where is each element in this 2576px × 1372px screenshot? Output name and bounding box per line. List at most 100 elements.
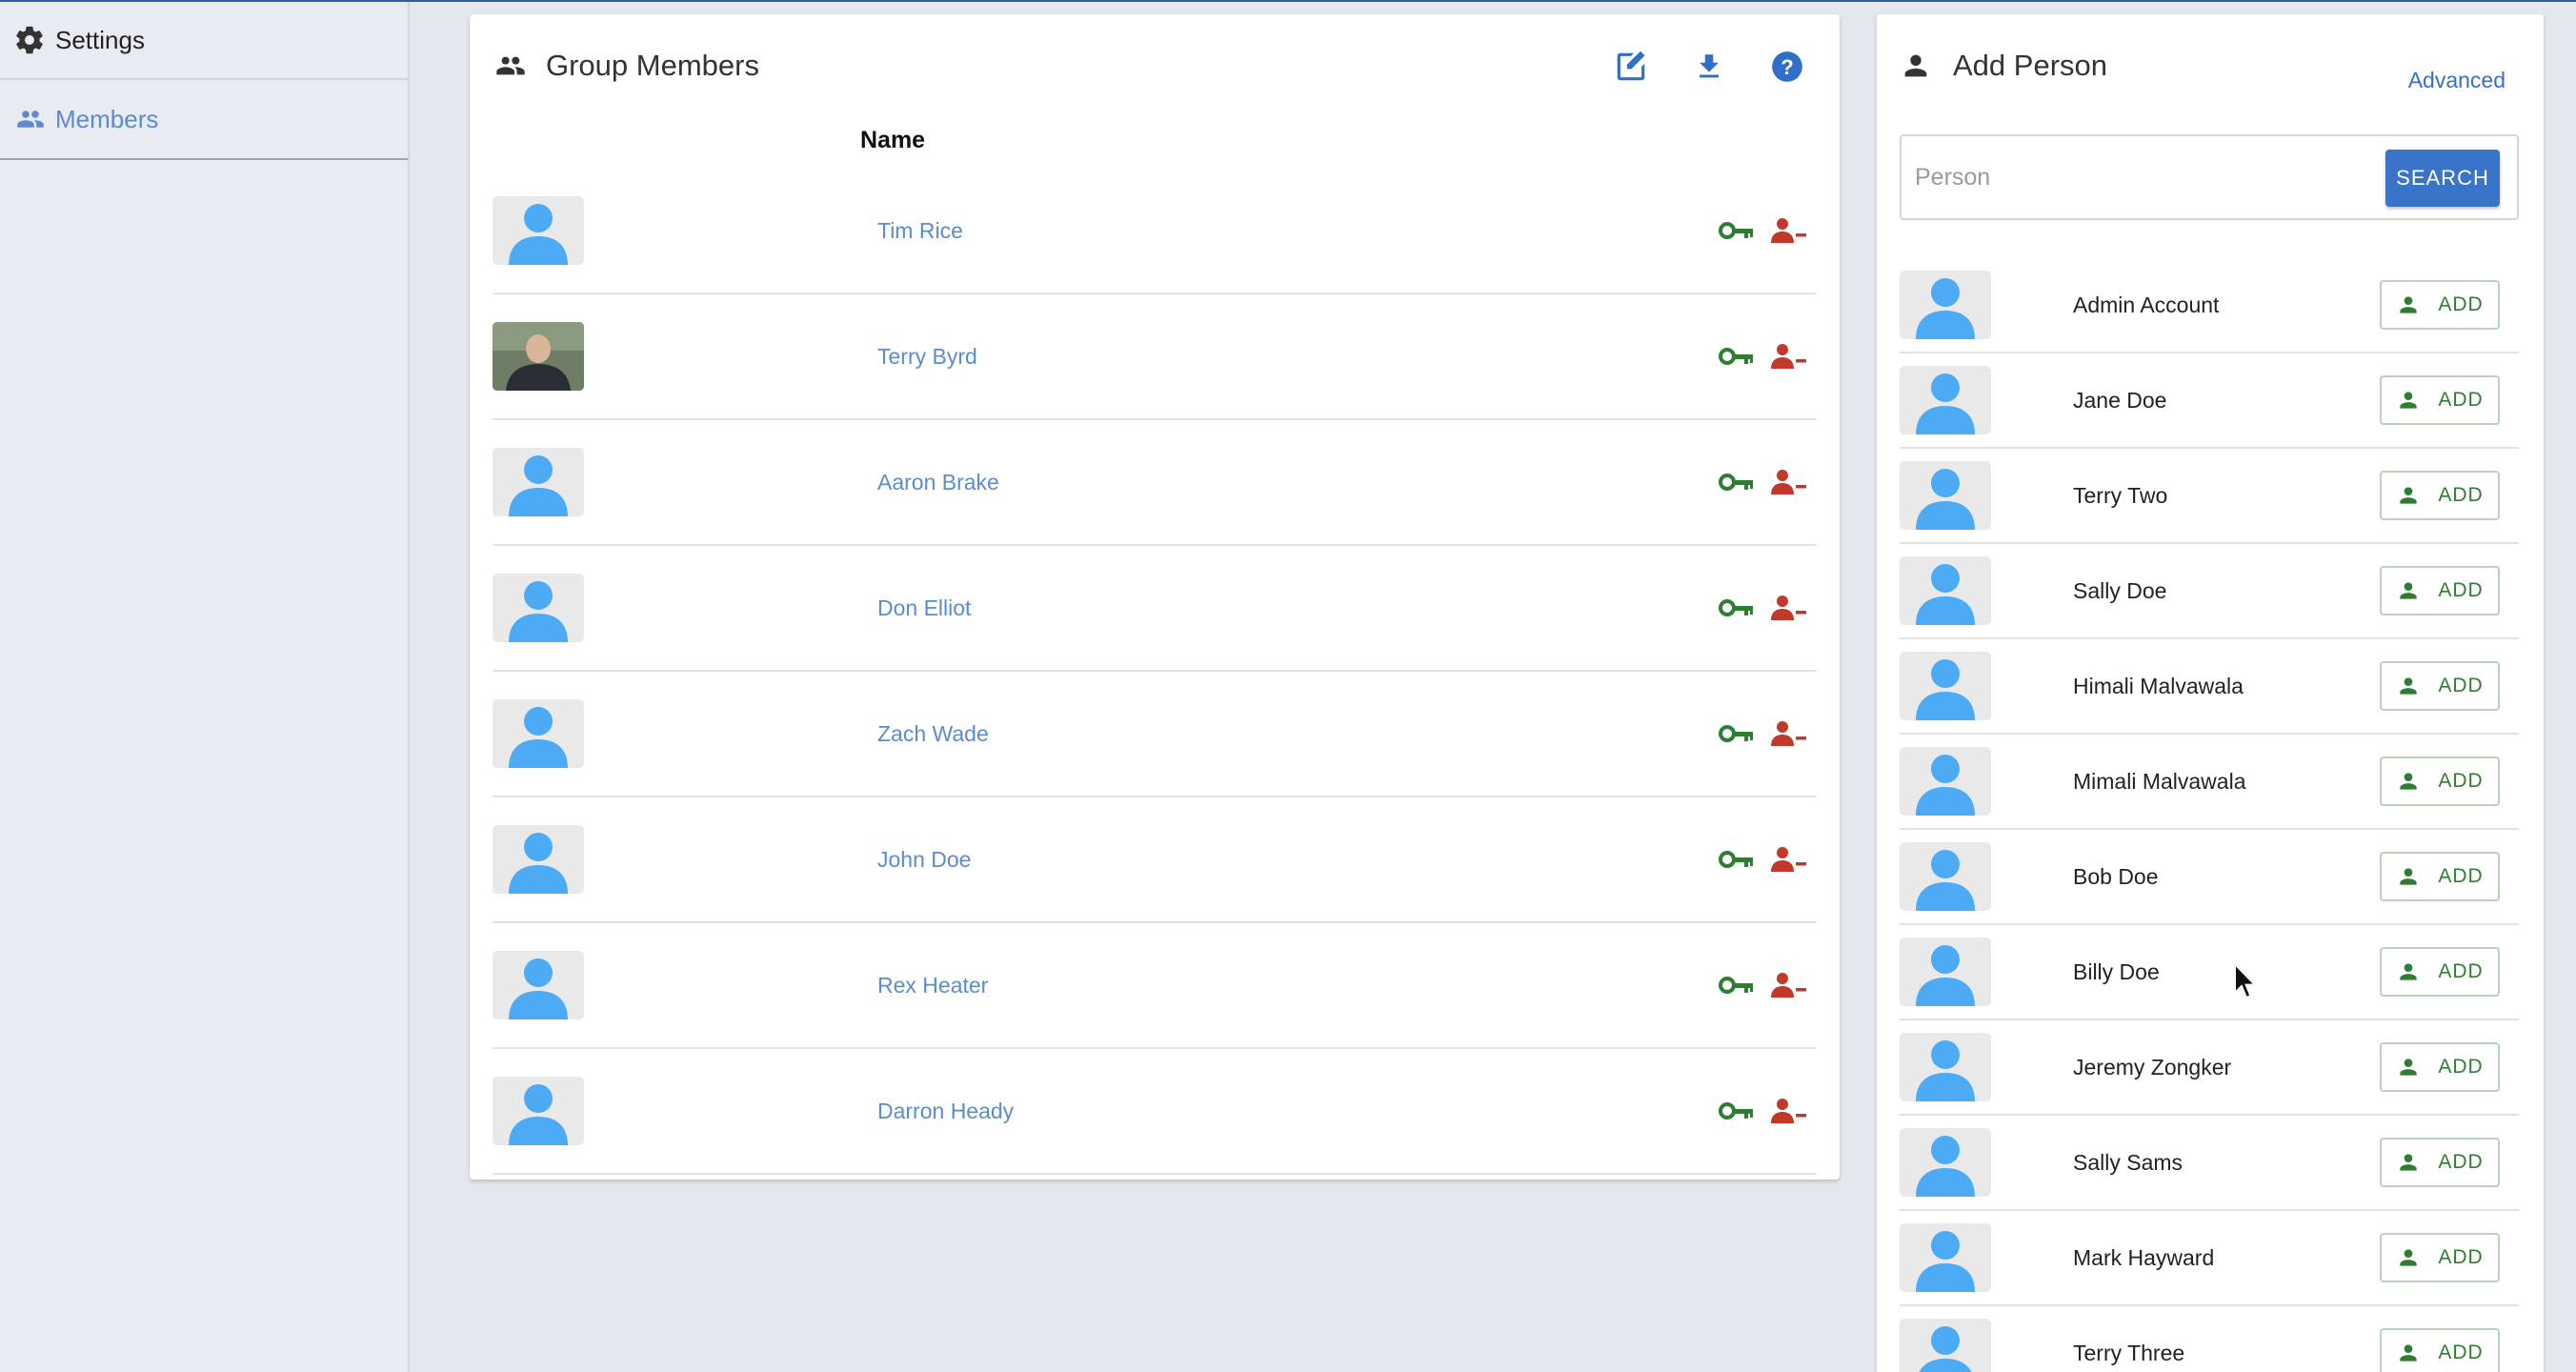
add-person-button[interactable]: ADD bbox=[2380, 1138, 2500, 1187]
person-row: Mark Hayward ADD bbox=[1900, 1211, 2519, 1306]
add-button-label: ADD bbox=[2438, 293, 2484, 315]
add-person-button[interactable]: ADD bbox=[2380, 280, 2500, 330]
remove-person-icon[interactable] bbox=[1769, 342, 1807, 371]
person-name: Mark Hayward bbox=[2073, 1244, 2215, 1270]
gear-icon bbox=[13, 23, 48, 57]
member-row: Darron Heady bbox=[493, 1049, 1817, 1175]
member-name-link[interactable]: John Doe bbox=[877, 847, 971, 873]
person-row: Sally Doe ADD bbox=[1900, 544, 2519, 639]
member-name-link[interactable]: Zach Wade bbox=[877, 721, 989, 747]
add-button-label: ADD bbox=[2438, 675, 2484, 696]
add-person-icon bbox=[2396, 1055, 2421, 1079]
add-person-button[interactable]: ADD bbox=[2380, 1042, 2500, 1092]
add-person-icon bbox=[2396, 1150, 2421, 1175]
member-actions bbox=[1718, 594, 1807, 622]
member-row: Tim Rice bbox=[493, 169, 1817, 294]
key-icon[interactable] bbox=[1718, 216, 1756, 245]
remove-person-icon[interactable] bbox=[1769, 719, 1807, 748]
avatar bbox=[1900, 271, 1991, 339]
remove-person-icon[interactable] bbox=[1769, 971, 1807, 999]
member-name-link[interactable]: Aaron Brake bbox=[877, 470, 999, 495]
search-input[interactable] bbox=[1915, 155, 2344, 199]
person-row: Sally Sams ADD bbox=[1900, 1116, 2519, 1211]
add-person-button[interactable]: ADD bbox=[2380, 375, 2500, 425]
member-name-link[interactable]: Terry Byrd bbox=[877, 344, 977, 370]
add-person-button[interactable]: ADD bbox=[2380, 947, 2500, 997]
member-name-link[interactable]: Tim Rice bbox=[877, 218, 963, 244]
member-name-link[interactable]: Don Elliot bbox=[877, 595, 971, 621]
avatar bbox=[1900, 1319, 1991, 1372]
member-actions bbox=[1718, 468, 1807, 496]
avatar bbox=[1900, 1128, 1991, 1197]
avatar bbox=[493, 196, 584, 265]
key-icon[interactable] bbox=[1718, 342, 1756, 371]
person-name: Mimali Malvawala bbox=[2073, 768, 2246, 794]
add-person-icon bbox=[2396, 1245, 2421, 1270]
person-row: Admin Account ADD bbox=[1900, 258, 2519, 353]
add-person-button[interactable]: ADD bbox=[2380, 1233, 2500, 1282]
person-name: Himali Malvawala bbox=[2073, 673, 2244, 698]
add-person-button[interactable]: ADD bbox=[2380, 1328, 2500, 1372]
add-person-icon bbox=[2396, 959, 2421, 984]
edit-icon[interactable] bbox=[1611, 47, 1651, 87]
member-actions bbox=[1718, 971, 1807, 999]
avatar bbox=[493, 951, 584, 1019]
add-person-button[interactable]: ADD bbox=[2380, 852, 2500, 901]
sidebar-item-label: Members bbox=[55, 104, 159, 133]
page-title: Group Members bbox=[546, 49, 759, 82]
add-button-label: ADD bbox=[2438, 1342, 2484, 1363]
member-actions bbox=[1718, 1097, 1807, 1125]
person-name: Terry Two bbox=[2073, 482, 2168, 508]
avatar bbox=[1900, 1223, 1991, 1292]
person-row: Himali Malvawala ADD bbox=[1900, 639, 2519, 735]
add-person-button[interactable]: ADD bbox=[2380, 471, 2500, 520]
person-name: Jeremy Zongker bbox=[2073, 1054, 2232, 1079]
members-list: Tim Rice Terry Byrd Aaron Brake Don Elliot Z… bbox=[493, 169, 1817, 1175]
key-icon[interactable] bbox=[1718, 845, 1756, 874]
member-row: Zach Wade bbox=[493, 672, 1817, 797]
search-button[interactable]: SEARCH bbox=[2385, 150, 2500, 207]
people-icon bbox=[13, 102, 48, 136]
add-person-button[interactable]: ADD bbox=[2380, 757, 2500, 806]
person-name: Bob Doe bbox=[2073, 863, 2159, 889]
remove-person-icon[interactable] bbox=[1769, 594, 1807, 622]
avatar bbox=[1900, 747, 1991, 816]
member-row: Rex Heater bbox=[493, 923, 1817, 1049]
advanced-link[interactable]: Advanced bbox=[2408, 68, 2506, 93]
avatar bbox=[493, 574, 584, 642]
member-name-link[interactable]: Rex Heater bbox=[877, 973, 988, 999]
remove-person-icon[interactable] bbox=[1769, 216, 1807, 245]
key-icon[interactable] bbox=[1718, 971, 1756, 999]
add-person-button[interactable]: ADD bbox=[2380, 661, 2500, 711]
person-icon bbox=[1900, 47, 1938, 85]
add-button-label: ADD bbox=[2438, 1151, 2484, 1173]
key-icon[interactable] bbox=[1718, 719, 1756, 748]
sidebar-item-members[interactable]: Members bbox=[0, 80, 408, 160]
avatar bbox=[1900, 1033, 1991, 1101]
download-icon[interactable] bbox=[1689, 47, 1729, 87]
person-row: Mimali Malvawala ADD bbox=[1900, 735, 2519, 830]
avatar bbox=[1900, 366, 1991, 434]
help-icon[interactable]: ? bbox=[1767, 47, 1807, 87]
person-row: Terry Two ADD bbox=[1900, 449, 2519, 544]
member-actions bbox=[1718, 845, 1807, 874]
remove-person-icon[interactable] bbox=[1769, 845, 1807, 874]
members-toolbar: ? bbox=[1611, 47, 1807, 87]
person-row: Billy Doe ADD bbox=[1900, 925, 2519, 1020]
add-person-button[interactable]: ADD bbox=[2380, 566, 2500, 615]
person-name: Terry Three bbox=[2073, 1340, 2185, 1365]
add-person-icon bbox=[2396, 864, 2421, 889]
remove-person-icon[interactable] bbox=[1769, 468, 1807, 496]
key-icon[interactable] bbox=[1718, 594, 1756, 622]
key-icon[interactable] bbox=[1718, 1097, 1756, 1125]
person-name: Jane Doe bbox=[2073, 387, 2167, 413]
add-button-label: ADD bbox=[2438, 960, 2484, 982]
key-icon[interactable] bbox=[1718, 468, 1756, 496]
member-actions bbox=[1718, 719, 1807, 748]
add-person-card: Add Person Advanced SEARCH Admin Account… bbox=[1877, 14, 2544, 1372]
member-name-link[interactable]: Darron Heady bbox=[877, 1099, 1014, 1124]
person-row: Jeremy Zongker ADD bbox=[1900, 1020, 2519, 1116]
sidebar-item-settings[interactable]: Settings bbox=[0, 2, 408, 80]
remove-person-icon[interactable] bbox=[1769, 1097, 1807, 1125]
member-row: Aaron Brake bbox=[493, 420, 1817, 546]
